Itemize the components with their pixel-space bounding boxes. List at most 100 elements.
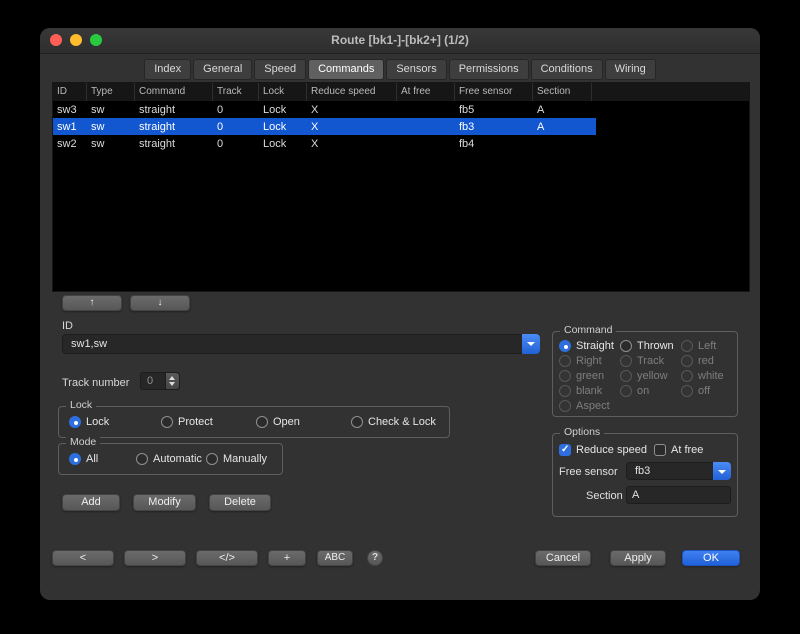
mode-radio-all[interactable]: All: [69, 453, 98, 465]
column-header-track[interactable]: Track: [213, 83, 259, 101]
previous-route-button[interactable]: <: [52, 550, 114, 566]
cell-reduce-speed: X: [307, 121, 397, 133]
table-row-sw3[interactable]: sw3 sw straight 0 Lock X fb5 A: [53, 101, 749, 118]
at-free-checkbox[interactable]: At free: [654, 444, 703, 456]
add-button[interactable]: Add: [62, 494, 120, 511]
lock-group-label: Lock: [66, 399, 96, 411]
move-up-button[interactable]: ↑: [62, 295, 122, 311]
radio-label: Protect: [178, 416, 213, 428]
tab-commands[interactable]: Commands: [308, 59, 384, 80]
cell-free-sensor: fb3: [455, 121, 533, 133]
id-combobox[interactable]: sw1,sw: [62, 334, 540, 354]
zoom-window-button[interactable]: [90, 34, 102, 46]
radio-icon: [351, 416, 363, 428]
cell-section: A: [533, 121, 592, 133]
command-radio-track[interactable]: Track: [620, 355, 664, 367]
command-radio-aspect[interactable]: Aspect: [559, 400, 610, 412]
radio-icon: [620, 340, 632, 352]
reduce-speed-checkbox[interactable]: Reduce speed: [559, 444, 647, 456]
cell-track: 0: [213, 104, 259, 116]
mode-radio-automatic[interactable]: Automatic: [136, 453, 202, 465]
section-input[interactable]: [626, 486, 731, 504]
cell-id: sw1: [53, 121, 87, 133]
apply-button[interactable]: Apply: [610, 550, 666, 566]
cell-section: A: [533, 104, 592, 116]
xml-view-button[interactable]: </>: [196, 550, 258, 566]
column-header-type[interactable]: Type: [87, 83, 135, 101]
column-header-command[interactable]: Command: [135, 83, 213, 101]
commands-table: ID Type Command Track Lock Reduce speed …: [52, 82, 750, 292]
column-header-at-free[interactable]: At free: [397, 83, 455, 101]
tab-wiring[interactable]: Wiring: [605, 59, 656, 80]
command-radio-green[interactable]: green: [559, 370, 604, 382]
tab-general[interactable]: General: [193, 59, 252, 80]
column-header-reduce-speed[interactable]: Reduce speed: [307, 83, 397, 101]
radio-icon: [69, 416, 81, 428]
command-radio-thrown[interactable]: Thrown: [620, 340, 674, 352]
command-radio-left[interactable]: Left: [681, 340, 716, 352]
help-button[interactable]: ?: [367, 550, 383, 566]
radio-icon: [161, 416, 173, 428]
track-number-stepper[interactable]: 0: [140, 372, 180, 390]
column-header-id[interactable]: ID: [53, 83, 87, 101]
radio-icon: [620, 370, 632, 382]
command-radio-yellow[interactable]: yellow: [620, 370, 668, 382]
command-radio-right[interactable]: Right: [559, 355, 602, 367]
free-sensor-combobox[interactable]: fb3: [626, 462, 731, 480]
close-window-button[interactable]: [50, 34, 62, 46]
modify-button[interactable]: Modify: [133, 494, 196, 511]
ok-button[interactable]: OK: [682, 550, 740, 566]
lock-radio-protect[interactable]: Protect: [161, 416, 213, 428]
lock-radio-open[interactable]: Open: [256, 416, 300, 428]
radio-icon: [559, 340, 571, 352]
tab-permissions[interactable]: Permissions: [449, 59, 529, 80]
tab-sensors[interactable]: Sensors: [386, 59, 446, 80]
radio-label: Aspect: [576, 400, 610, 412]
command-radio-straight[interactable]: Straight: [559, 340, 614, 352]
cell-free-sensor: fb5: [455, 104, 533, 116]
abc-button[interactable]: ABC: [317, 550, 353, 566]
mode-radio-manually[interactable]: Manually: [206, 453, 267, 465]
table-row-sw2[interactable]: sw2 sw straight 0 Lock X fb4: [53, 135, 749, 152]
track-number-value: 0: [147, 375, 153, 387]
tab-conditions[interactable]: Conditions: [531, 59, 603, 80]
next-route-button[interactable]: >: [124, 550, 186, 566]
radio-label: Left: [698, 340, 716, 352]
command-radio-blank[interactable]: blank: [559, 385, 602, 397]
column-header-lock[interactable]: Lock: [259, 83, 307, 101]
radio-label: Straight: [576, 340, 614, 352]
cancel-button[interactable]: Cancel: [535, 550, 591, 566]
cell-command: straight: [135, 138, 213, 150]
table-row-sw1-selected[interactable]: sw1 sw straight 0 Lock X fb3 A: [53, 118, 596, 135]
cell-type: sw: [87, 104, 135, 116]
screen: Route [bk1-]-[bk2+] (1/2) Index General …: [0, 0, 800, 634]
column-header-section[interactable]: Section: [533, 83, 592, 101]
move-down-button[interactable]: ↓: [130, 295, 190, 311]
command-radio-red[interactable]: red: [681, 355, 714, 367]
free-sensor-label: Free sensor: [559, 466, 618, 478]
lock-radio-check-and-lock[interactable]: Check & Lock: [351, 416, 436, 428]
mode-groupbox: Mode All Automatic Manually: [58, 443, 283, 475]
stepper-arrows-icon[interactable]: [165, 373, 179, 389]
radio-icon: [206, 453, 218, 465]
lock-radio-lock[interactable]: Lock: [69, 416, 109, 428]
new-route-button[interactable]: +: [268, 550, 306, 566]
cell-lock: Lock: [259, 138, 307, 150]
command-radio-off[interactable]: off: [681, 385, 710, 397]
radio-label: All: [86, 453, 98, 465]
tab-speed[interactable]: Speed: [254, 59, 306, 80]
column-header-free-sensor[interactable]: Free sensor: [455, 83, 533, 101]
command-radio-white[interactable]: white: [681, 370, 724, 382]
chevron-down-icon[interactable]: [713, 462, 731, 480]
checkbox-icon: [654, 444, 666, 456]
radio-icon: [620, 355, 632, 367]
radio-label: Thrown: [637, 340, 674, 352]
chevron-down-icon[interactable]: [522, 334, 540, 354]
command-groupbox: Command Straight Thrown Left Right Track: [552, 331, 738, 417]
command-radio-on[interactable]: on: [620, 385, 649, 397]
radio-icon: [256, 416, 268, 428]
titlebar[interactable]: Route [bk1-]-[bk2+] (1/2): [40, 28, 760, 54]
tab-index[interactable]: Index: [144, 59, 191, 80]
delete-button[interactable]: Delete: [209, 494, 271, 511]
minimize-window-button[interactable]: [70, 34, 82, 46]
